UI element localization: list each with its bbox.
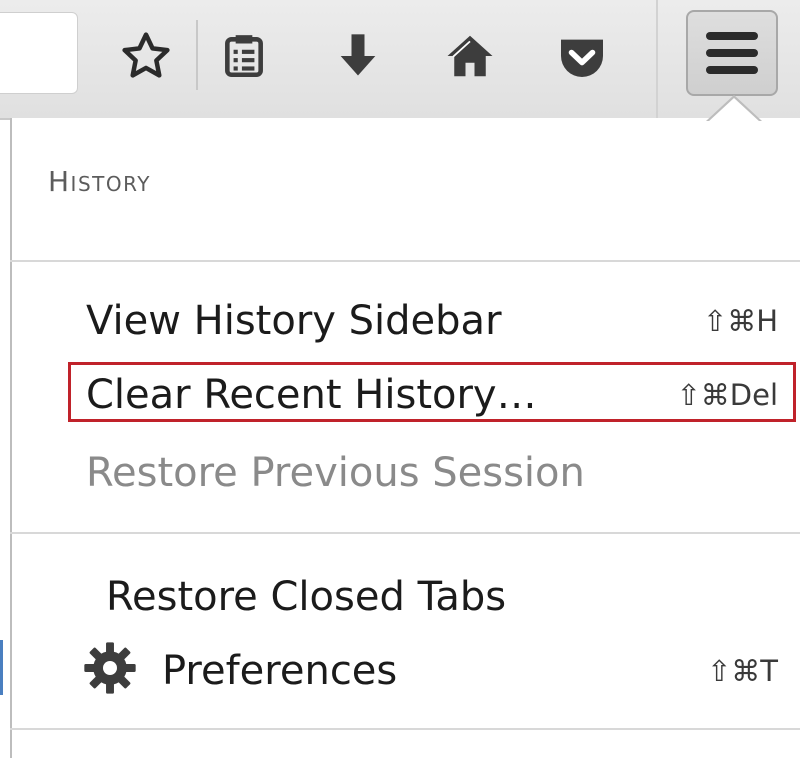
panel-arrow-fill	[708, 98, 760, 122]
reading-list-button[interactable]	[216, 26, 272, 86]
url-bar[interactable]	[0, 12, 78, 94]
menu-item-label: Restore Closed Tabs	[106, 574, 507, 620]
hamburger-menu-icon	[706, 32, 758, 74]
menu-item-restore-previous-session: Restore Previous Session	[10, 436, 800, 506]
menu-item-label: Preferences	[162, 648, 398, 694]
highlight-annotation-box	[68, 362, 796, 422]
panel-title: History	[48, 165, 151, 198]
window-edge	[0, 640, 3, 695]
browser-toolbar	[0, 0, 800, 120]
toolbar-separator	[656, 0, 658, 118]
menu-item-restore-closed-tabs[interactable]: Restore Closed Tabs	[10, 560, 800, 630]
home-icon	[447, 35, 493, 77]
pocket-button[interactable]	[554, 26, 610, 86]
menu-item-label: Restore Previous Session	[86, 450, 585, 496]
menu-item-shortcut: ⇧⌘T	[706, 654, 778, 688]
star-icon	[122, 32, 170, 78]
download-icon	[340, 34, 376, 76]
menu-item-shortcut: ⇧⌘H	[702, 304, 778, 338]
reading-list-icon	[225, 35, 263, 78]
downloads-button[interactable]	[330, 26, 386, 86]
pocket-icon	[561, 39, 603, 77]
open-menu-button[interactable]	[686, 10, 778, 96]
gear-icon	[84, 642, 136, 694]
divider	[10, 260, 800, 262]
toolbar-separator	[196, 20, 198, 90]
home-button[interactable]	[442, 26, 498, 86]
divider	[10, 532, 800, 534]
bookmark-star-button[interactable]	[118, 26, 174, 86]
menu-item-view-history-sidebar[interactable]: View History Sidebar ⇧⌘H	[10, 284, 800, 354]
divider	[10, 728, 800, 730]
menu-item-label: View History Sidebar	[86, 298, 502, 344]
